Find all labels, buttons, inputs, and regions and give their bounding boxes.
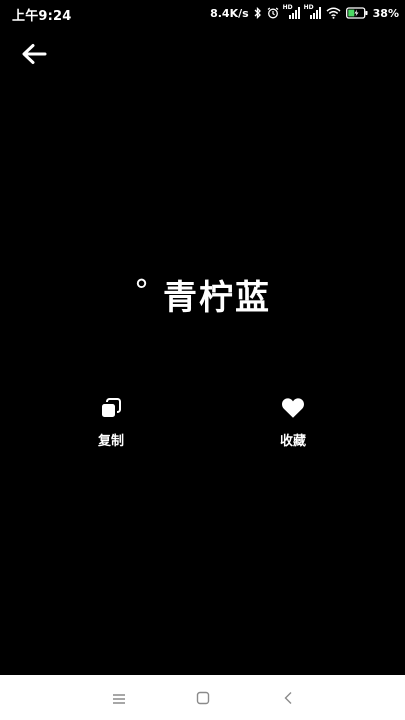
menu-icon xyxy=(112,690,126,709)
battery-level: 38% xyxy=(372,6,399,20)
favorite-label: 收藏 xyxy=(279,434,306,449)
signal-icon: HD xyxy=(282,4,300,19)
status-icons: 8.4K/s HD HD 38% xyxy=(210,4,399,21)
bluetooth-icon xyxy=(254,7,262,19)
copy-label: 复制 xyxy=(97,434,124,449)
navigation-bar xyxy=(0,675,405,720)
back-chevron-icon xyxy=(283,690,293,709)
status-bar: 上午9:24 8.4K/s HD HD 38% xyxy=(0,0,405,26)
home-square-icon xyxy=(196,690,210,709)
sim-label: HD xyxy=(282,4,293,11)
signal-icon: HD xyxy=(303,4,321,19)
copy-button[interactable]: 复制 xyxy=(71,396,151,449)
system-back-button[interactable] xyxy=(276,687,300,711)
recent-apps-button[interactable] xyxy=(107,687,131,711)
home-button[interactable] xyxy=(191,687,215,711)
color-title-block: ° 青柠蓝 xyxy=(0,270,405,319)
network-speed: 8.4K/s xyxy=(210,6,249,20)
alarm-icon xyxy=(267,7,279,19)
heart-icon xyxy=(281,396,305,420)
wifi-icon xyxy=(326,7,341,19)
back-button[interactable] xyxy=(18,42,50,70)
copy-icon xyxy=(99,396,123,420)
arrow-left-icon xyxy=(21,43,47,69)
favorite-button[interactable]: 收藏 xyxy=(253,396,333,449)
color-name: 青柠蓝 xyxy=(163,278,271,318)
battery-charging-icon xyxy=(345,7,368,19)
sim-label: HD xyxy=(303,4,314,11)
degree-symbol: ° xyxy=(134,274,149,309)
status-time: 上午9:24 xyxy=(12,9,72,24)
